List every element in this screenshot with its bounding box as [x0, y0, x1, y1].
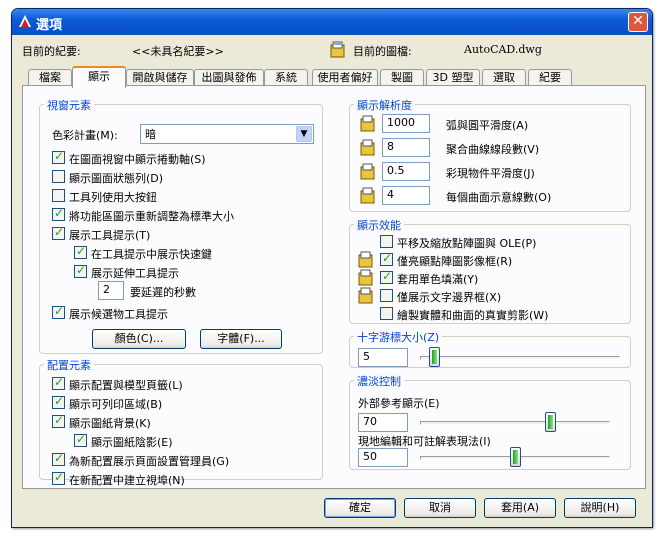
scrollbars-label: 在圖面視窗中顯示捲動軸(S) [69, 153, 206, 166]
paper-background-checkbox[interactable] [52, 413, 65, 428]
inplace-fade-slider[interactable] [509, 447, 521, 467]
paper-shadow-checkbox[interactable] [74, 432, 87, 447]
crosshair-size-slider[interactable] [429, 347, 441, 367]
extended-tooltips-label: 展示延伸工具提示 [91, 267, 179, 280]
inplace-fade-label: 現地編輯和可註解表現法(I) [358, 435, 491, 448]
arc-smoothness-label: 弧與圓平滑度(A) [446, 119, 529, 132]
create-viewport-label: 在新配置中建立視埠(N) [69, 474, 185, 487]
group-title: 顯示效能 [354, 217, 404, 233]
crosshair-size-track [420, 356, 620, 360]
group-title: 顯示解析度 [354, 97, 415, 113]
layout-tabs-label: 顯示配置與模型頁籤(L) [69, 379, 183, 392]
delay-seconds-input[interactable]: 2 [98, 281, 124, 300]
printable-area-checkbox[interactable] [52, 394, 65, 409]
tab-display[interactable]: 顯示 [72, 66, 126, 88]
shortcut-keys-label: 在工具提示中展示快速鍵 [91, 248, 212, 261]
true-color-fill-label: 套用單色填滿(Y) [397, 273, 479, 286]
apply-button[interactable]: 套用(A) [484, 498, 556, 518]
drawing-saved-icon [360, 187, 375, 204]
pan-zoom-ole-checkbox[interactable] [380, 235, 393, 248]
group-title: 配置元素 [44, 357, 94, 373]
window-title: 選項 [36, 18, 63, 33]
status-bar-checkbox[interactable] [52, 170, 65, 183]
extended-tooltips-checkbox[interactable] [74, 263, 87, 278]
text-boundary-checkbox[interactable] [380, 289, 393, 302]
xref-fade-label: 外部參考顯示(E) [358, 397, 440, 410]
text-boundary-label: 僅展示文字邊界框(X) [397, 291, 502, 304]
fonts-button[interactable]: 字體(F)... [200, 329, 282, 349]
group-title: 視窗元素 [44, 97, 94, 113]
polyline-segments-input[interactable]: 8 [382, 138, 430, 157]
page-setup-manager-label: 為新配置展示頁面設置管理員(G) [69, 455, 230, 468]
paper-shadow-label: 顯示圖紙陰影(E) [91, 436, 173, 449]
contour-lines-label: 每個曲面示意線數(O) [446, 191, 552, 204]
fade-control-group: 濃淡控制 外部參考顯示(E) 70 現地編輯和可註解表現法(I) 50 [349, 373, 631, 470]
crosshair-size-group: 十字游標大小(Z) 5 [349, 329, 631, 368]
create-viewport-checkbox[interactable] [52, 470, 65, 485]
autocad-logo-icon [19, 15, 31, 27]
silhouettes-label: 繪製實體和曲面的真實剪影(W) [397, 309, 549, 322]
pan-zoom-ole-label: 平移及縮放點陣圖與 OLE(P) [397, 237, 537, 250]
paper-background-label: 顯示圖紙背景(K) [69, 417, 151, 430]
rendered-smoothness-input[interactable]: 0.5 [382, 162, 430, 181]
current-drawing-value: AutoCAD.dwg [464, 43, 542, 56]
rollover-tooltips-label: 展示候選物工具提示 [69, 308, 168, 321]
title-bar[interactable]: 選項 ✕ [12, 9, 652, 35]
polyline-segments-label: 聚合曲線線段數(V) [446, 143, 540, 156]
arc-smoothness-input[interactable]: 1000 [382, 114, 430, 133]
colors-button[interactable]: 顏色(C)... [92, 329, 186, 349]
drawing-file-icon [330, 41, 345, 58]
color-scheme-select[interactable]: 暗 ▼ [140, 124, 314, 144]
display-tab-page: 視窗元素 色彩計畫(M): 暗 ▼ 在圖面視窗中顯示捲動軸(S) 顯示圖面狀態列… [22, 85, 646, 489]
current-profile-value: <<未具名紀要>> [132, 45, 224, 58]
close-icon: ✕ [632, 13, 644, 29]
true-color-fill-checkbox[interactable] [380, 269, 393, 284]
page-setup-manager-checkbox[interactable] [52, 451, 65, 466]
drawing-saved-icon [360, 115, 375, 132]
current-drawing-label: 目前的圖檔: [353, 45, 412, 58]
group-title: 十字游標大小(Z) [354, 329, 443, 345]
large-buttons-checkbox[interactable] [52, 189, 65, 202]
xref-fade-input[interactable]: 70 [358, 413, 408, 432]
display-performance-group: 顯示效能 平移及縮放點陣圖與 OLE(P) 僅亮顯點陣圖影像框(R) 套用單色填… [349, 217, 631, 324]
help-button[interactable]: 說明(H) [564, 498, 636, 518]
drawing-saved-icon [360, 139, 375, 156]
rollover-tooltips-checkbox[interactable] [52, 304, 65, 319]
highlight-raster-checkbox[interactable] [380, 251, 393, 266]
status-bar-label: 顯示圖面狀態列(D) [69, 172, 164, 185]
drawing-saved-icon [358, 287, 373, 304]
layout-elements-group: 配置元素 顯示配置與模型頁籤(L) 顯示可列印區域(B) 顯示圖紙背景(K) 顯… [39, 357, 323, 487]
shortcut-keys-checkbox[interactable] [74, 244, 87, 259]
chevron-down-icon[interactable]: ▼ [296, 126, 312, 142]
close-button[interactable]: ✕ [628, 12, 648, 32]
crosshair-size-input[interactable]: 5 [358, 348, 408, 367]
current-profile-label: 目前的紀要: [22, 45, 81, 58]
highlight-raster-label: 僅亮顯點陣圖影像框(R) [397, 255, 513, 268]
delay-seconds-label: 要延遲的秒數 [130, 286, 196, 299]
tooltips-checkbox[interactable] [52, 225, 65, 240]
tooltips-label: 展示工具提示(T) [69, 229, 151, 242]
display-resolution-group: 顯示解析度 1000 弧與圓平滑度(A) 8 聚合曲線線段數(V) 0.5 彩現… [349, 97, 631, 212]
window-elements-group: 視窗元素 色彩計畫(M): 暗 ▼ 在圖面視窗中顯示捲動軸(S) 顯示圖面狀態列… [39, 97, 323, 354]
options-dialog: 選項 ✕ 目前的紀要: <<未具名紀要>> 目前的圖檔: AutoCAD.dwg… [11, 8, 653, 528]
silhouettes-checkbox[interactable] [380, 307, 393, 320]
drawing-saved-icon [360, 163, 375, 180]
xref-fade-slider[interactable] [545, 412, 557, 432]
xref-fade-track [420, 421, 610, 425]
cancel-button[interactable]: 取消 [404, 498, 476, 518]
scrollbars-checkbox[interactable] [52, 149, 65, 164]
resize-icons-checkbox[interactable] [52, 206, 65, 221]
printable-area-label: 顯示可列印區域(B) [69, 398, 163, 411]
contour-lines-input[interactable]: 4 [382, 186, 430, 205]
resize-icons-label: 將功能區圖示重新調整為標準大小 [69, 210, 234, 223]
drawing-saved-icon [358, 269, 373, 286]
ok-button[interactable]: 確定 [324, 498, 396, 518]
large-buttons-label: 工具列使用大按鈕 [69, 191, 157, 204]
color-scheme-label: 色彩計畫(M): [52, 129, 118, 142]
drawing-saved-icon [358, 251, 373, 268]
inplace-fade-input[interactable]: 50 [358, 448, 408, 467]
layout-tabs-checkbox[interactable] [52, 375, 65, 390]
group-title: 濃淡控制 [354, 373, 404, 389]
rendered-smoothness-label: 彩現物件平滑度(J) [446, 167, 535, 180]
